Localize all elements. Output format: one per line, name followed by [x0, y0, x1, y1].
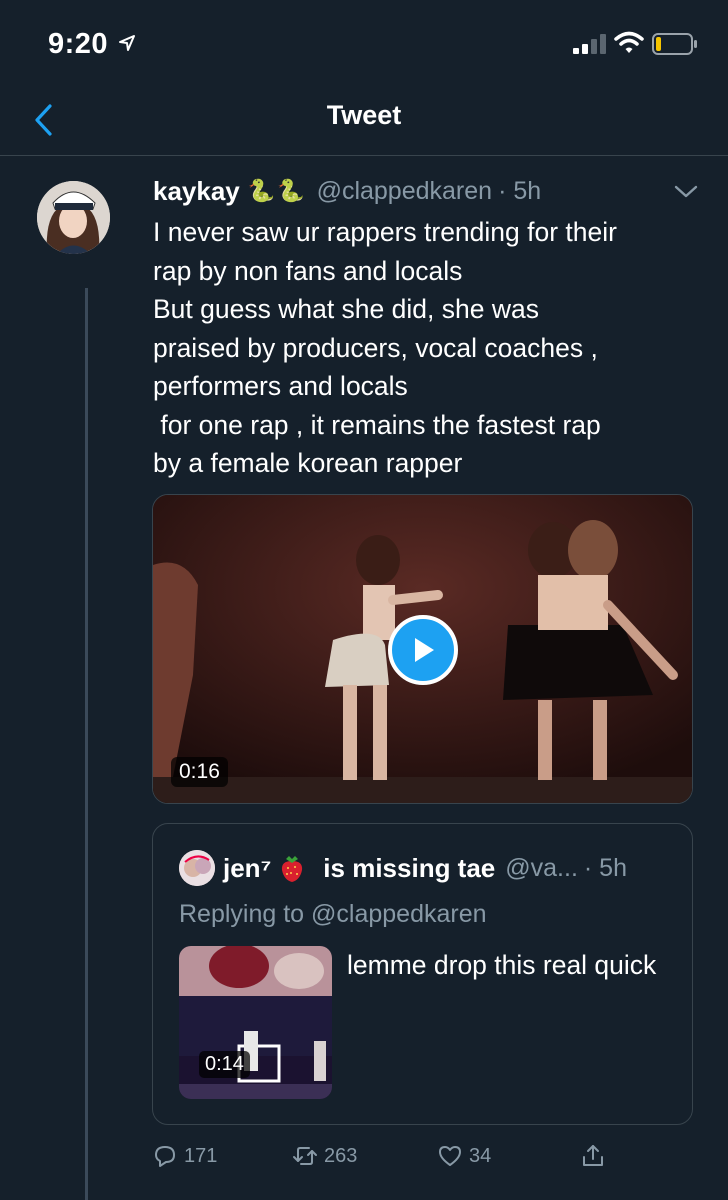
play-button[interactable]: [388, 615, 458, 685]
status-bar: 9:20: [0, 0, 728, 90]
quoted-tweet-header: jen⁷ is missing tae @va... · 5h: [179, 850, 627, 886]
quoted-display-name: jen⁷: [223, 852, 272, 883]
quoted-time: · 5h: [583, 853, 627, 882]
retweet-count: 263: [324, 1144, 358, 1167]
quoted-avatar: [179, 850, 215, 886]
avatar[interactable]: [37, 181, 110, 254]
share-button[interactable]: [580, 1136, 606, 1176]
chevron-down-icon[interactable]: [672, 182, 700, 202]
reply-count: 171: [184, 1144, 218, 1167]
user-handle[interactable]: @clappedkaren: [317, 177, 493, 206]
tweet-time: · 5h: [498, 176, 542, 205]
tweet-detail-screen: 9:20 Tweet kaykay 🐍🐍 @clappedkaren · 5h …: [0, 0, 728, 1200]
like-count: 34: [469, 1144, 492, 1167]
page-title: Tweet: [326, 100, 402, 130]
replying-to: Replying to @clappedkaren: [179, 900, 487, 928]
quoted-tweet[interactable]: jen⁷ is missing tae @va... · 5h Replying…: [152, 823, 693, 1125]
status-time: 9:20: [48, 28, 109, 60]
video-duration: 0:16: [171, 757, 228, 787]
tweet-text: I never saw ur rappers trending for thei…: [153, 217, 617, 478]
reply-icon: [155, 1146, 175, 1167]
heart-icon: [439, 1146, 461, 1166]
nav-bar: Tweet: [0, 90, 728, 156]
battery-icon: [652, 33, 697, 55]
location-arrow-icon: [119, 35, 135, 51]
wifi-icon: [614, 31, 644, 53]
quoted-video-duration: 0:14: [199, 1051, 250, 1078]
tweet-actions: 171 263 34: [152, 1136, 622, 1176]
play-icon: [415, 638, 434, 662]
share-icon: [583, 1145, 603, 1166]
quoted-handle: @va...: [505, 853, 578, 882]
quoted-avatar-image: [179, 850, 215, 886]
reply-button[interactable]: 171: [152, 1136, 217, 1176]
quoted-video-thumbnail[interactable]: 0:14: [179, 946, 332, 1099]
strawberry-icon: [282, 856, 303, 882]
display-name[interactable]: kaykay: [153, 176, 240, 207]
video-player[interactable]: 0:16: [152, 494, 693, 804]
cell-signal-icon: [573, 34, 606, 54]
quoted-display-name-rest: is missing tae: [323, 852, 496, 883]
thread-line: [85, 288, 88, 1200]
retweet-button[interactable]: 263: [292, 1136, 357, 1176]
retweet-icon: [293, 1147, 317, 1165]
tweet-header: kaykay 🐍🐍 @clappedkaren · 5h: [153, 174, 693, 208]
snake-emoji: 🐍🐍: [247, 178, 307, 203]
avatar-image: [37, 181, 110, 254]
like-button[interactable]: 34: [437, 1136, 491, 1176]
quoted-tweet-text: lemme drop this real quick: [347, 950, 657, 980]
